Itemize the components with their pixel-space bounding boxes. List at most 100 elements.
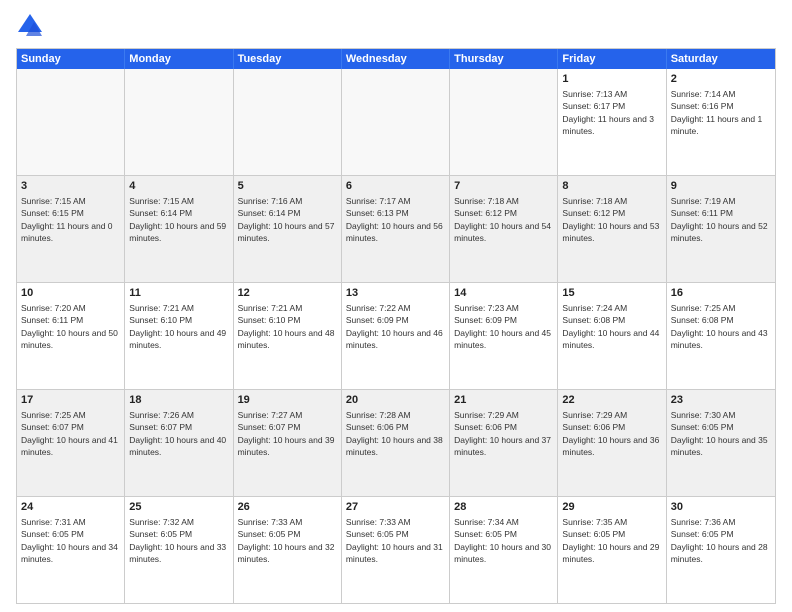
cell-info: Sunrise: 7:28 AMSunset: 6:06 PMDaylight:… [346, 410, 443, 457]
cal-cell: 7Sunrise: 7:18 AMSunset: 6:12 PMDaylight… [450, 176, 558, 282]
cal-cell: 21 Sunrise: 7:29 AMSunset: 6:06 PMDayligh… [450, 390, 558, 496]
cell-info: Sunrise: 7:24 AMSunset: 6:08 PMDaylight:… [562, 303, 659, 350]
cal-cell: 6Sunrise: 7:17 AMSunset: 6:13 PMDaylight… [342, 176, 450, 282]
day-number: 29 [562, 500, 661, 515]
cal-cell: 26 Sunrise: 7:33 AMSunset: 6:05 PMDayligh… [234, 497, 342, 603]
cell-info: Sunrise: 7:25 AMSunset: 6:08 PMDaylight:… [671, 303, 768, 350]
cell-info: Sunrise: 7:31 AMSunset: 6:05 PMDaylight:… [21, 517, 118, 564]
cell-info: Sunrise: 7:29 AMSunset: 6:06 PMDaylight:… [454, 410, 551, 457]
cell-info: Sunrise: 7:14 AMSunset: 6:16 PMDaylight:… [671, 89, 763, 136]
cal-cell: 16 Sunrise: 7:25 AMSunset: 6:08 PMDayligh… [667, 283, 775, 389]
day-number: 24 [21, 500, 120, 515]
header-day-monday: Monday [125, 49, 233, 69]
cell-info: Sunrise: 7:32 AMSunset: 6:05 PMDaylight:… [129, 517, 226, 564]
day-number: 13 [346, 286, 445, 301]
day-number: 20 [346, 393, 445, 408]
day-number: 12 [238, 286, 337, 301]
day-number: 15 [562, 286, 661, 301]
cal-cell: 18 Sunrise: 7:26 AMSunset: 6:07 PMDayligh… [125, 390, 233, 496]
cal-cell: 25 Sunrise: 7:32 AMSunset: 6:05 PMDayligh… [125, 497, 233, 603]
cal-cell: 17 Sunrise: 7:25 AMSunset: 6:07 PMDayligh… [17, 390, 125, 496]
day-number: 23 [671, 393, 771, 408]
cal-cell: 9 Sunrise: 7:19 AMSunset: 6:11 PMDaylight… [667, 176, 775, 282]
header-day-friday: Friday [558, 49, 666, 69]
day-number: 22 [562, 393, 661, 408]
week-row-1: 3 Sunrise: 7:15 AMSunset: 6:15 PMDaylight… [17, 175, 775, 282]
day-number: 9 [671, 179, 771, 194]
header-day-tuesday: Tuesday [234, 49, 342, 69]
day-number: 5 [238, 179, 337, 194]
cal-cell: 23 Sunrise: 7:30 AMSunset: 6:05 PMDayligh… [667, 390, 775, 496]
day-number: 4 [129, 179, 228, 194]
cal-cell: 27 Sunrise: 7:33 AMSunset: 6:05 PMDayligh… [342, 497, 450, 603]
cal-cell: 3 Sunrise: 7:15 AMSunset: 6:15 PMDaylight… [17, 176, 125, 282]
cell-info: Sunrise: 7:33 AMSunset: 6:05 PMDaylight:… [346, 517, 443, 564]
header-day-thursday: Thursday [450, 49, 558, 69]
day-number: 17 [21, 393, 120, 408]
cell-info: Sunrise: 7:25 AMSunset: 6:07 PMDaylight:… [21, 410, 118, 457]
cell-info: Sunrise: 7:27 AMSunset: 6:07 PMDaylight:… [238, 410, 335, 457]
day-number: 16 [671, 286, 771, 301]
cal-cell: 13 Sunrise: 7:22 AMSunset: 6:09 PMDayligh… [342, 283, 450, 389]
week-row-2: 10 Sunrise: 7:20 AMSunset: 6:11 PMDayligh… [17, 282, 775, 389]
day-number: 7 [454, 179, 553, 194]
day-number: 25 [129, 500, 228, 515]
cell-info: Sunrise: 7:36 AMSunset: 6:05 PMDaylight:… [671, 517, 768, 564]
cell-info: Sunrise: 7:23 AMSunset: 6:09 PMDaylight:… [454, 303, 551, 350]
cal-cell [125, 69, 233, 175]
header-day-wednesday: Wednesday [342, 49, 450, 69]
logo-icon [16, 12, 44, 40]
header-day-sunday: Sunday [17, 49, 125, 69]
cell-info: Sunrise: 7:26 AMSunset: 6:07 PMDaylight:… [129, 410, 226, 457]
cell-info: Sunrise: 7:20 AMSunset: 6:11 PMDaylight:… [21, 303, 118, 350]
cal-cell: 14 Sunrise: 7:23 AMSunset: 6:09 PMDayligh… [450, 283, 558, 389]
cal-cell: 2 Sunrise: 7:14 AMSunset: 6:16 PMDaylight… [667, 69, 775, 175]
header-day-saturday: Saturday [667, 49, 775, 69]
cal-cell: 30Sunrise: 7:36 AMSunset: 6:05 PMDayligh… [667, 497, 775, 603]
cal-cell [234, 69, 342, 175]
week-row-4: 24 Sunrise: 7:31 AMSunset: 6:05 PMDayligh… [17, 496, 775, 603]
cell-info: Sunrise: 7:15 AMSunset: 6:15 PMDaylight:… [21, 196, 113, 243]
week-row-3: 17 Sunrise: 7:25 AMSunset: 6:07 PMDayligh… [17, 389, 775, 496]
cell-info: Sunrise: 7:16 AMSunset: 6:14 PMDaylight:… [238, 196, 335, 243]
cal-cell: 15 Sunrise: 7:24 AMSunset: 6:08 PMDayligh… [558, 283, 666, 389]
day-number: 1 [562, 72, 661, 87]
cell-info: Sunrise: 7:30 AMSunset: 6:05 PMDaylight:… [671, 410, 768, 457]
day-number: 14 [454, 286, 553, 301]
calendar: SundayMondayTuesdayWednesdayThursdayFrid… [16, 48, 776, 604]
page: SundayMondayTuesdayWednesdayThursdayFrid… [0, 0, 792, 612]
cal-cell: 29 Sunrise: 7:35 AMSunset: 6:05 PMDayligh… [558, 497, 666, 603]
cell-info: Sunrise: 7:29 AMSunset: 6:06 PMDaylight:… [562, 410, 659, 457]
cal-cell: 19 Sunrise: 7:27 AMSunset: 6:07 PMDayligh… [234, 390, 342, 496]
week-row-0: 1Sunrise: 7:13 AMSunset: 6:17 PMDaylight… [17, 69, 775, 175]
cell-info: Sunrise: 7:18 AMSunset: 6:12 PMDaylight:… [562, 196, 659, 243]
cal-cell: 8 Sunrise: 7:18 AMSunset: 6:12 PMDaylight… [558, 176, 666, 282]
day-number: 3 [21, 179, 120, 194]
day-number: 8 [562, 179, 661, 194]
cell-info: Sunrise: 7:34 AMSunset: 6:05 PMDaylight:… [454, 517, 551, 564]
day-number: 6 [346, 179, 445, 194]
cell-info: Sunrise: 7:19 AMSunset: 6:11 PMDaylight:… [671, 196, 768, 243]
cal-cell: 28 Sunrise: 7:34 AMSunset: 6:05 PMDayligh… [450, 497, 558, 603]
day-number: 10 [21, 286, 120, 301]
cell-info: Sunrise: 7:21 AMSunset: 6:10 PMDaylight:… [238, 303, 335, 350]
day-number: 28 [454, 500, 553, 515]
cal-cell: 24 Sunrise: 7:31 AMSunset: 6:05 PMDayligh… [17, 497, 125, 603]
day-number: 2 [671, 72, 771, 87]
day-number: 19 [238, 393, 337, 408]
cal-cell: 1Sunrise: 7:13 AMSunset: 6:17 PMDaylight… [558, 69, 666, 175]
cal-cell: 5 Sunrise: 7:16 AMSunset: 6:14 PMDaylight… [234, 176, 342, 282]
cal-cell: 4Sunrise: 7:15 AMSunset: 6:14 PMDaylight… [125, 176, 233, 282]
calendar-body: 1Sunrise: 7:13 AMSunset: 6:17 PMDaylight… [17, 69, 775, 603]
cal-cell: 20 Sunrise: 7:28 AMSunset: 6:06 PMDayligh… [342, 390, 450, 496]
day-number: 26 [238, 500, 337, 515]
cell-info: Sunrise: 7:35 AMSunset: 6:05 PMDaylight:… [562, 517, 659, 564]
day-number: 21 [454, 393, 553, 408]
cell-info: Sunrise: 7:33 AMSunset: 6:05 PMDaylight:… [238, 517, 335, 564]
cal-cell: 22 Sunrise: 7:29 AMSunset: 6:06 PMDayligh… [558, 390, 666, 496]
cell-info: Sunrise: 7:22 AMSunset: 6:09 PMDaylight:… [346, 303, 443, 350]
header [16, 12, 776, 40]
day-number: 18 [129, 393, 228, 408]
day-number: 27 [346, 500, 445, 515]
cal-cell [450, 69, 558, 175]
